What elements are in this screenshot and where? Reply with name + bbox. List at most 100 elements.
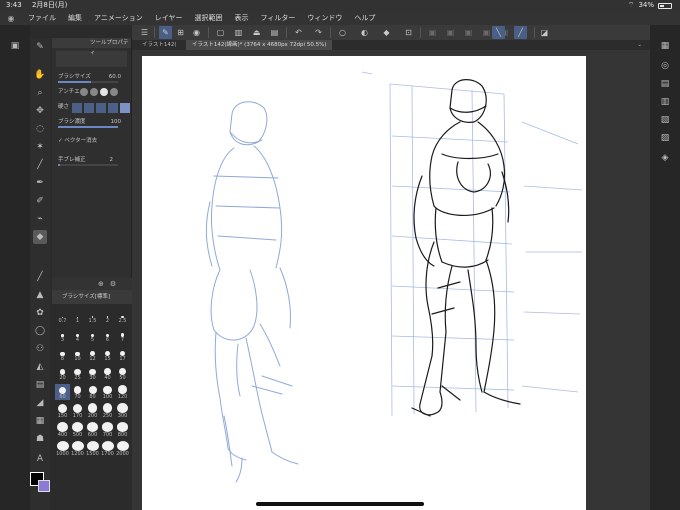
antialias-strong[interactable]	[110, 88, 118, 96]
wand-icon[interactable]: ✶	[33, 140, 47, 154]
canvas-area[interactable]	[132, 50, 650, 510]
save-icon[interactable]: ⏏	[250, 26, 263, 39]
deselect-icon[interactable]: ▣	[444, 26, 457, 39]
gradient-icon[interactable]: ▤	[33, 378, 47, 392]
brush-size-option[interactable]: 700	[100, 422, 115, 438]
panel-toggle-icon[interactable]: ▣	[8, 39, 22, 53]
add-icon[interactable]: ⊕	[98, 280, 104, 288]
brush-size-option[interactable]: 30	[85, 365, 100, 381]
antialias-weak[interactable]	[90, 88, 98, 96]
sublayer-icon[interactable]: ▨	[658, 131, 672, 145]
brush-size-row[interactable]: ブラシサイズ 60.0	[52, 70, 131, 85]
brush-size-option[interactable]: 1.5	[85, 308, 100, 324]
menu-window[interactable]: ウィンドウ	[301, 13, 348, 23]
antialias-medium[interactable]	[100, 88, 108, 96]
dropper-icon[interactable]: ▲	[33, 288, 47, 302]
brush-size-option[interactable]: 1700	[100, 441, 115, 457]
antialias-none[interactable]	[80, 88, 88, 96]
brush-size-option[interactable]: 8	[55, 346, 70, 362]
transform-icon[interactable]: ◆	[380, 26, 393, 39]
menu-selection[interactable]: 選択範囲	[189, 13, 229, 23]
properties-icon[interactable]: ▤	[658, 77, 672, 91]
line-icon[interactable]: ╱	[33, 158, 47, 172]
document-tab-prev[interactable]: イラスト142(	[136, 40, 183, 50]
eraser-icon[interactable]: ◆	[33, 230, 47, 244]
brush-size-option[interactable]: 17	[115, 346, 130, 362]
brush-size-option[interactable]: 250	[100, 403, 115, 419]
brush-size-option[interactable]: 60	[55, 384, 70, 400]
stabilization-slider[interactable]	[58, 164, 118, 166]
antialias-row[interactable]: アンチエイ	[52, 85, 131, 100]
speech-icon[interactable]: ◯	[33, 324, 47, 338]
brush-size-option[interactable]: 600	[85, 422, 100, 438]
ink-icon[interactable]: ✐	[33, 194, 47, 208]
menu-layer[interactable]: レイヤー	[149, 13, 189, 23]
snap-ruler-icon[interactable]: ╲	[492, 26, 505, 39]
brush-size-option[interactable]: 25	[70, 365, 85, 381]
brush-size-option[interactable]: 500	[70, 422, 85, 438]
menu-edit[interactable]: 編集	[62, 13, 88, 23]
brush-size-option[interactable]: 15	[100, 346, 115, 362]
sub-color-swatch[interactable]	[38, 480, 50, 492]
export-icon[interactable]: ▤	[268, 26, 281, 39]
brush-size-option[interactable]: 50	[115, 365, 130, 381]
brush-size-option[interactable]: 70	[70, 384, 85, 400]
pen-icon[interactable]: ✎	[33, 40, 47, 54]
vector-erase-row[interactable]: ✓ ベクター消去	[52, 134, 131, 149]
undo-icon[interactable]: ↶	[292, 26, 305, 39]
drawing-paper[interactable]	[142, 56, 586, 510]
menu-icon[interactable]: ☰	[138, 26, 151, 39]
brush-size-option[interactable]: 12	[85, 346, 100, 362]
brush-icon[interactable]: ⌁	[33, 212, 47, 226]
brush-size-option[interactable]: 150	[55, 403, 70, 419]
hardness-4[interactable]	[108, 103, 118, 113]
zoom-icon[interactable]: ⌕	[33, 86, 47, 100]
brush-size-option[interactable]: 200	[85, 403, 100, 419]
brush-size-option[interactable]: 120	[115, 384, 130, 400]
brush-size-option[interactable]: 1	[70, 308, 85, 324]
blur-icon[interactable]: ✿	[33, 306, 47, 320]
redo-icon[interactable]: ↷	[312, 26, 325, 39]
brush-size-option[interactable]: 400	[55, 422, 70, 438]
hardness-3[interactable]	[96, 103, 106, 113]
color-indicator[interactable]	[28, 470, 52, 500]
brush-size-option[interactable]: 3	[55, 327, 70, 343]
record-icon[interactable]: ◉	[190, 26, 203, 39]
brush-size-option[interactable]: 20	[55, 365, 70, 381]
brush-size-option[interactable]: 300	[115, 403, 130, 419]
brush-size-option[interactable]: 80	[85, 384, 100, 400]
brush-size-option[interactable]: 5	[85, 327, 100, 343]
brush-size-option[interactable]: 1500	[85, 441, 100, 457]
navigator-icon[interactable]: ◎	[658, 59, 672, 73]
app-logo-icon[interactable]: ◉	[0, 14, 22, 23]
density-slider[interactable]	[58, 126, 118, 128]
color-icon[interactable]: ▧	[658, 113, 672, 127]
clear-icon[interactable]: ○	[336, 26, 349, 39]
tab-menu-chevron-icon[interactable]: ⌄	[631, 40, 648, 50]
menu-file[interactable]: ファイル	[22, 13, 62, 23]
balloon-icon[interactable]: ☗	[33, 432, 47, 446]
brush-size-option[interactable]: 40	[100, 365, 115, 381]
figure-icon[interactable]: ⚇	[33, 342, 47, 356]
hardness-row[interactable]: 硬さ	[52, 100, 131, 115]
hardness-5[interactable]	[120, 103, 130, 113]
lasso-icon[interactable]: ◌	[33, 122, 47, 136]
fill-icon[interactable]: ◭	[33, 360, 47, 374]
brush-size-option[interactable]: 170	[70, 403, 85, 419]
menu-filter[interactable]: フィルター	[255, 13, 302, 23]
line2-icon[interactable]: ╱	[33, 270, 47, 284]
material-icon[interactable]: ▥	[658, 95, 672, 109]
brush-size-option[interactable]: 4	[70, 327, 85, 343]
brush-size-slider[interactable]	[58, 81, 118, 83]
brush-size-option[interactable]: 2	[100, 308, 115, 324]
brush-size-option[interactable]: 1200	[70, 441, 85, 457]
layer-stack-icon[interactable]: ◈	[658, 151, 672, 165]
pen-nib-icon[interactable]: ✒	[33, 176, 47, 190]
text-icon[interactable]: A	[33, 452, 47, 466]
brush-size-option[interactable]: 7	[115, 327, 130, 343]
frame-icon[interactable]: ◢	[33, 396, 47, 410]
reference-icon[interactable]: ◪	[538, 26, 551, 39]
density-row[interactable]: ブラシ濃度 100	[52, 115, 131, 130]
hardness-1[interactable]	[72, 103, 82, 113]
open-icon[interactable]: ▥	[232, 26, 245, 39]
